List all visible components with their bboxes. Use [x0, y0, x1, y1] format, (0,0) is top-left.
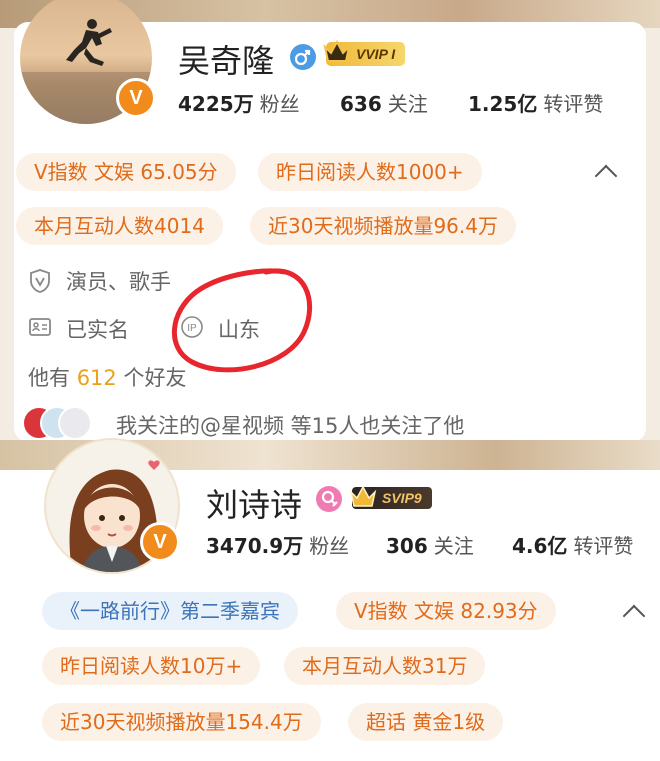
tag-v-index[interactable]: V指数 文娱 82.93分: [336, 592, 556, 630]
red-circle-annotation: [166, 262, 322, 386]
friends-count-text[interactable]: 他有 612 个好友: [28, 362, 186, 392]
male-gender-icon: [290, 44, 316, 70]
verified-v-icon: V: [116, 78, 156, 118]
crown-icon: [348, 482, 378, 510]
mutual-follow-text[interactable]: 我关注的@星视频 等15人也关注了他: [116, 410, 464, 440]
verified-identity-text: 已实名: [66, 318, 129, 342]
tag-super-topic[interactable]: 超话 黄金1级: [348, 703, 504, 741]
tag-v-index[interactable]: V指数 文娱 65.05分: [16, 153, 236, 191]
stat-following[interactable]: 306 关注: [386, 530, 474, 559]
tag-show-guest[interactable]: 《一路前行》第二季嘉宾: [42, 592, 298, 630]
verified-v-icon: V: [140, 522, 180, 562]
profile-name: 刘诗诗: [206, 486, 303, 524]
tag-daily-readers[interactable]: 昨日阅读人数10万+: [42, 647, 261, 685]
shield-v-icon: [28, 268, 52, 298]
tag-monthly-interactions[interactable]: 本月互动人数4014: [16, 207, 223, 245]
occupation-text: 演员、歌手: [66, 270, 171, 294]
profile-name: 吴奇隆: [178, 42, 275, 80]
tag-video-plays[interactable]: 近30天视频播放量96.4万: [250, 207, 516, 245]
id-card-icon: [28, 316, 52, 342]
stat-followers[interactable]: 3470.9万 粉丝: [206, 530, 349, 559]
female-gender-icon: [316, 486, 342, 512]
stat-likes[interactable]: 1.25亿 转评赞: [468, 88, 603, 117]
stat-followers[interactable]: 4225万 粉丝: [178, 88, 300, 117]
mutual-avatars[interactable]: [22, 406, 94, 440]
stat-likes[interactable]: 4.6亿 转评赞: [512, 530, 633, 559]
tag-video-plays[interactable]: 近30天视频播放量154.4万: [42, 703, 321, 741]
tag-daily-readers[interactable]: 昨日阅读人数1000+: [258, 153, 482, 191]
tag-monthly-interactions[interactable]: 本月互动人数31万: [284, 647, 486, 685]
crown-icon: [322, 37, 352, 65]
stat-following[interactable]: 636 关注: [340, 88, 428, 117]
